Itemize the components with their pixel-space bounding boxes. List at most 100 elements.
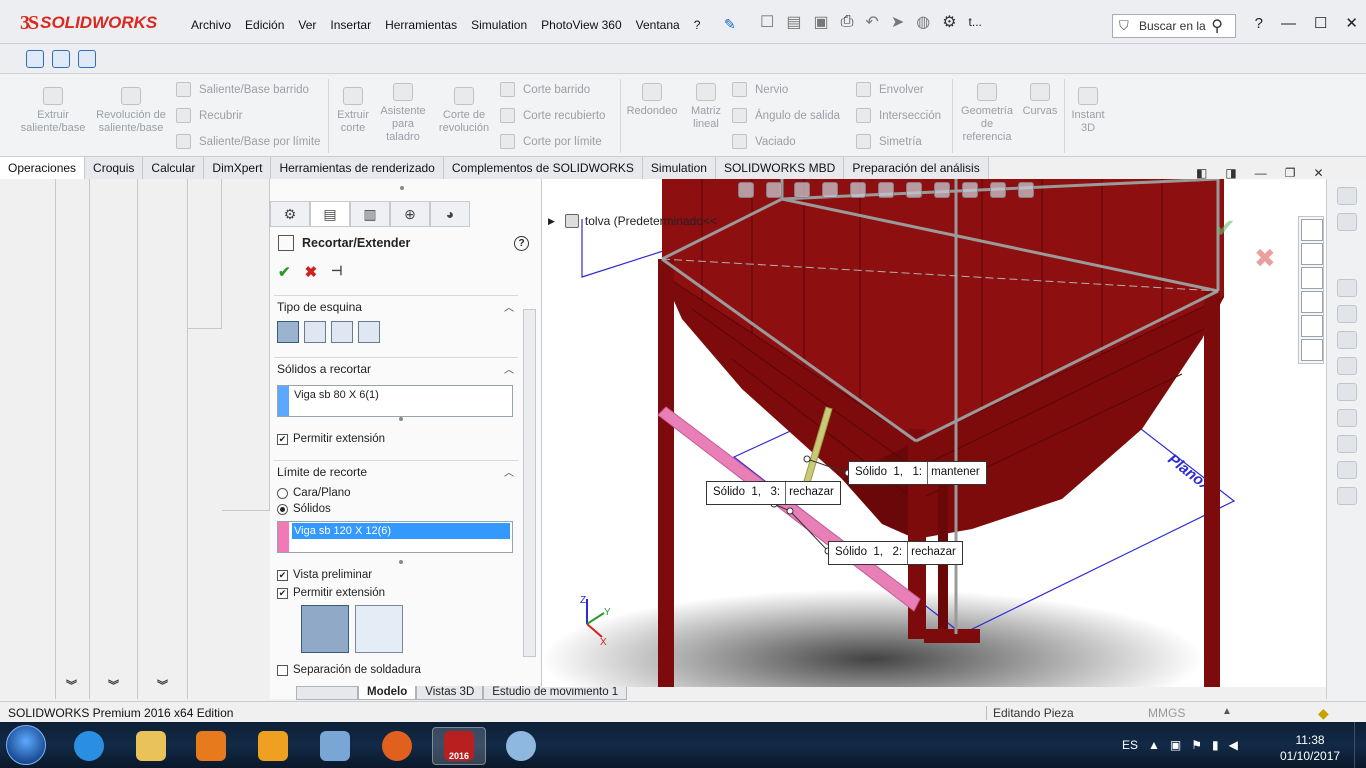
options-gear-icon[interactable]: ⚙ [942,12,956,32]
graphics-area[interactable]: PlanoX Z Y X ✔ ✖ [542,179,1326,687]
previous-view-icon[interactable] [794,182,810,198]
zoom-to-fit-icon[interactable] [738,182,754,198]
tool-icon[interactable] [1337,213,1357,231]
saliente-limite-button[interactable]: Saliente/Base por límite [176,134,320,149]
tool-icon[interactable] [1337,487,1357,505]
view-settings-icon[interactable] [1018,182,1034,198]
pane-right-icon[interactable]: ◨ [1225,166,1236,180]
menu-insertar[interactable]: Insertar [323,18,378,32]
tab-croquis[interactable]: Croquis [85,157,144,179]
menu-herramientas[interactable]: Herramientas [378,18,464,32]
tab-vistas-3d[interactable]: Vistas 3D [416,686,484,700]
viewport-restore[interactable]: ❐ [1285,166,1296,180]
ok-check-icon[interactable]: ✔ [278,263,291,281]
network-icon[interactable]: ▮ [1212,738,1219,752]
radio-face-plane[interactable]: Cara/Plano [277,487,518,499]
tab-scroll-arrows[interactable] [296,686,358,700]
envolver-button[interactable]: Envolver [856,82,924,97]
menu-simulation[interactable]: Simulation [464,18,534,32]
help-icon[interactable]: ? [514,236,529,251]
menu-archivo[interactable]: Archivo [184,18,238,32]
tab-simulation[interactable]: Simulation [642,157,716,179]
radio-bodies[interactable]: Sólidos [277,503,518,515]
display-manager-tab[interactable]: ◕ [430,201,470,227]
firefox-icon[interactable] [370,727,424,765]
configuration-icon[interactable] [52,50,70,68]
dimxpert-manager-tab[interactable]: ⊕ [390,201,430,227]
saliente-barrido-button[interactable]: Saliente/Base barrido [176,82,309,97]
confirm-check-icon[interactable]: ✔ [1214,213,1236,243]
asistente-taladro-button[interactable]: Asistente para taladro [378,83,428,144]
home-icon[interactable] [1301,219,1323,241]
save-icon[interactable]: ▣ [813,12,828,32]
tab-preparacion[interactable]: Preparación del análisis [844,157,989,179]
pane-left-icon[interactable]: ◧ [1196,166,1207,180]
help-menu-icon[interactable]: ? [1255,15,1263,32]
preview-checkbox[interactable]: ✔ Vista preliminar [277,569,518,581]
recubrir-button[interactable]: Recubrir [176,108,242,123]
weld-gap-checkbox[interactable]: Separación de soldadura [277,664,518,676]
corner-end-butt2-icon[interactable] [358,321,380,343]
units-caret-icon[interactable]: ▲ [1222,706,1232,717]
file-explorer-taskbar-icon[interactable] [124,727,178,765]
close-button[interactable]: ✕ [1345,14,1358,32]
tool-icon[interactable] [1337,435,1357,453]
tab-dimxpert[interactable]: DimXpert [204,157,272,179]
viewport-minimize[interactable]: — [1255,166,1267,180]
extruir-saliente-button[interactable]: Extruir saliente/base [14,87,92,135]
checkbox-checked[interactable]: ✔ [277,587,288,599]
list-item-selected[interactable]: Viga sb 120 X 12(6) [292,523,510,539]
tab-mbd[interactable]: SOLIDWORKS MBD [715,157,845,179]
feature-manager-icon[interactable] [26,50,44,68]
zoom-area-icon[interactable] [766,182,782,198]
tool-icon[interactable] [1337,305,1357,323]
solidworks-logo[interactable]: 3S SOLIDWORKS [20,10,157,36]
matriz-lineal-button[interactable]: Matriz lineal [684,83,728,131]
clock[interactable]: 11:38 01/10/2017 [1280,732,1340,764]
viewport-close[interactable]: ✕ [1313,166,1323,180]
simetria-button[interactable]: Simetría [856,134,922,149]
maximize-button[interactable]: ☐ [1314,14,1327,32]
units-system[interactable]: MMGS [1148,706,1185,720]
checkbox-checked[interactable]: ✔ [277,433,288,445]
solidworks-taskbar-icon[interactable]: 2016 [432,727,486,765]
open-icon[interactable]: ▤ [786,12,801,32]
list-item[interactable]: Viga sb 80 X 6(1) [294,389,379,401]
radio-button[interactable] [277,487,288,499]
geometria-referencia-button[interactable]: Geometría de referencia [956,83,1018,144]
group-header[interactable]: Tipo de esquina ︿ [274,295,518,317]
display-manager-icon[interactable] [78,50,96,68]
redondeo-button[interactable]: Redondeo [624,83,680,118]
tool-icon[interactable] [1337,383,1357,401]
extension-straight-icon[interactable] [301,605,349,653]
start-button[interactable] [6,725,46,765]
corte-limite-button[interactable]: Corte por límite [500,134,602,149]
checkbox-checked[interactable]: ✔ [277,569,288,581]
menu-ventana[interactable]: Ventana [629,18,687,32]
corte-barrido-button[interactable]: Corte barrido [500,82,590,97]
select-icon[interactable]: ➤ [891,12,904,32]
corte-revolucion-button[interactable]: Corte de revolución [434,87,494,135]
property-manager-tab[interactable]: ▤ [310,201,350,227]
scrollbar[interactable] [523,309,536,657]
trim-callout-3[interactable]: Sólido 1, 3: rechazar [706,481,841,505]
minimize-button[interactable]: — [1281,15,1296,32]
trim-callout-2[interactable]: Sólido 1, 2: rechazar [828,541,963,565]
extension-curved-icon[interactable] [355,605,404,653]
collapse-caret-icon[interactable]: ︿ [504,464,514,479]
corte-recubierto-button[interactable]: Corte recubierto [500,108,605,123]
bodies-to-trim-list[interactable]: Viga sb 80 X 6(1) [277,385,513,417]
media-player-icon[interactable] [184,727,238,765]
configuration-manager-tab[interactable]: ▥ [350,201,390,227]
checkbox-unchecked[interactable] [277,664,288,676]
allow-extension-checkbox-1[interactable]: ✔ Permitir extensión [277,433,518,445]
allow-extension-checkbox-2[interactable]: ✔ Permitir extensión [277,587,518,599]
new-document-icon[interactable]: ☐ [760,12,774,32]
pushpin-icon[interactable]: ⊣ [331,263,342,281]
angulo-salida-button[interactable]: Ángulo de salida [732,108,840,123]
menu-help[interactable]: ? [687,18,708,32]
menu-edicion[interactable]: Edición [238,18,291,32]
tag-icon[interactable]: ◆ [1318,705,1329,722]
menu-photoview[interactable]: PhotoView 360 [534,18,629,32]
volume-icon[interactable]: ◀ [1229,738,1238,752]
